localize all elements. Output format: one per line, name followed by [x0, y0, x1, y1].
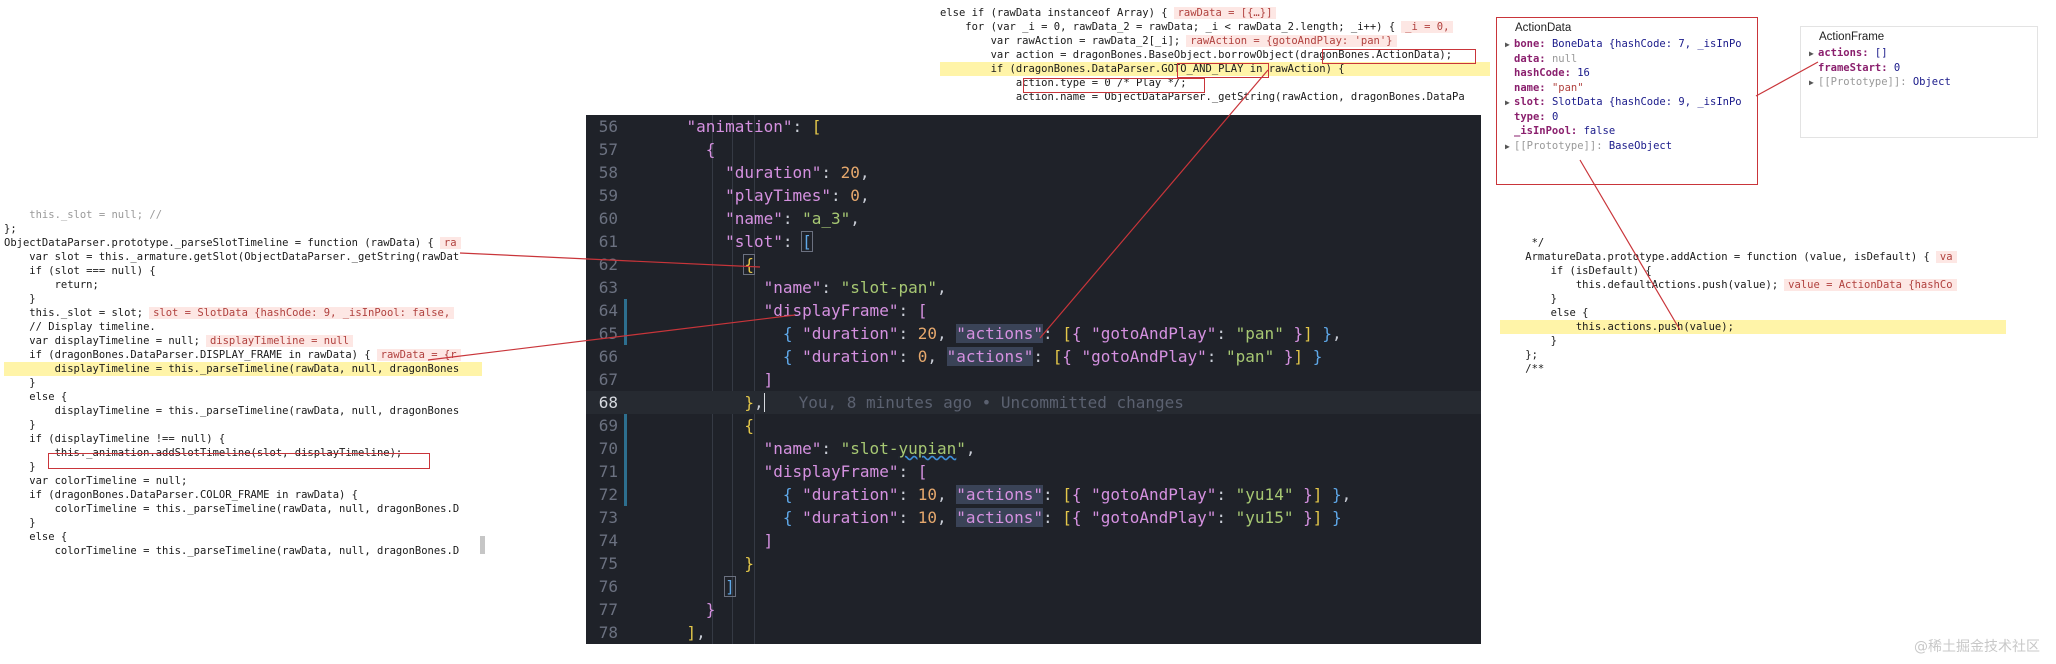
watermark: @稀土掘金技术社区: [1914, 639, 2040, 655]
annotation-connectors: [427, 61, 1819, 361]
